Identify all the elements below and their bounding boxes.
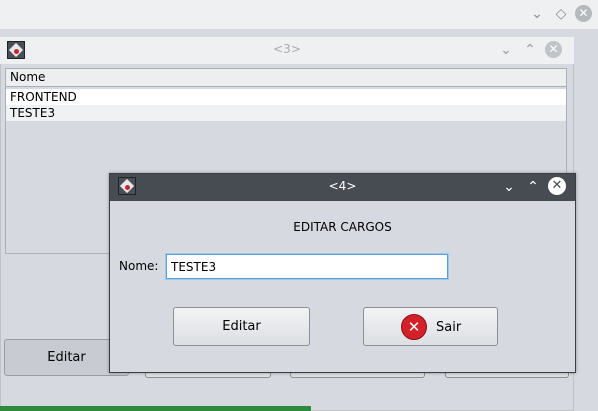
outer-close-icon[interactable]: ✕ [575, 5, 592, 22]
frame3-close-icon[interactable]: ✕ [545, 41, 562, 58]
close-circle-icon: ✕ [401, 314, 427, 340]
maximize-icon[interactable]: ⌃ [522, 42, 538, 58]
table-header: Nome [6, 69, 566, 87]
outer-window-titlebar [0, 0, 598, 29]
progress-bar [0, 406, 311, 411]
frame3-title: <3> [273, 42, 301, 56]
dialog-heading: EDITAR CARGOS [293, 220, 392, 234]
sair-label: Sair [436, 320, 462, 335]
nome-input[interactable] [166, 254, 448, 279]
minimize-icon[interactable]: ⌄ [498, 42, 514, 58]
chevron-down-icon[interactable]: ⌄ [529, 6, 545, 22]
editar-button[interactable]: Editar [173, 307, 310, 346]
table-row[interactable]: FRONTEND [6, 89, 566, 105]
dialog-close-icon[interactable]: ✕ [548, 177, 566, 195]
minimize-icon[interactable]: ⌄ [501, 179, 517, 195]
sair-button[interactable] [363, 307, 498, 346]
nome-label: Nome: [119, 259, 159, 273]
column-header-nome[interactable]: Nome [10, 70, 45, 84]
table-row[interactable]: TESTE3 [6, 105, 566, 121]
diamond-icon[interactable]: ◇ [553, 6, 569, 22]
maximize-icon[interactable]: ⌃ [525, 179, 541, 195]
table-cell: FRONTEND [10, 90, 77, 104]
table-cell: TESTE3 [10, 106, 56, 120]
